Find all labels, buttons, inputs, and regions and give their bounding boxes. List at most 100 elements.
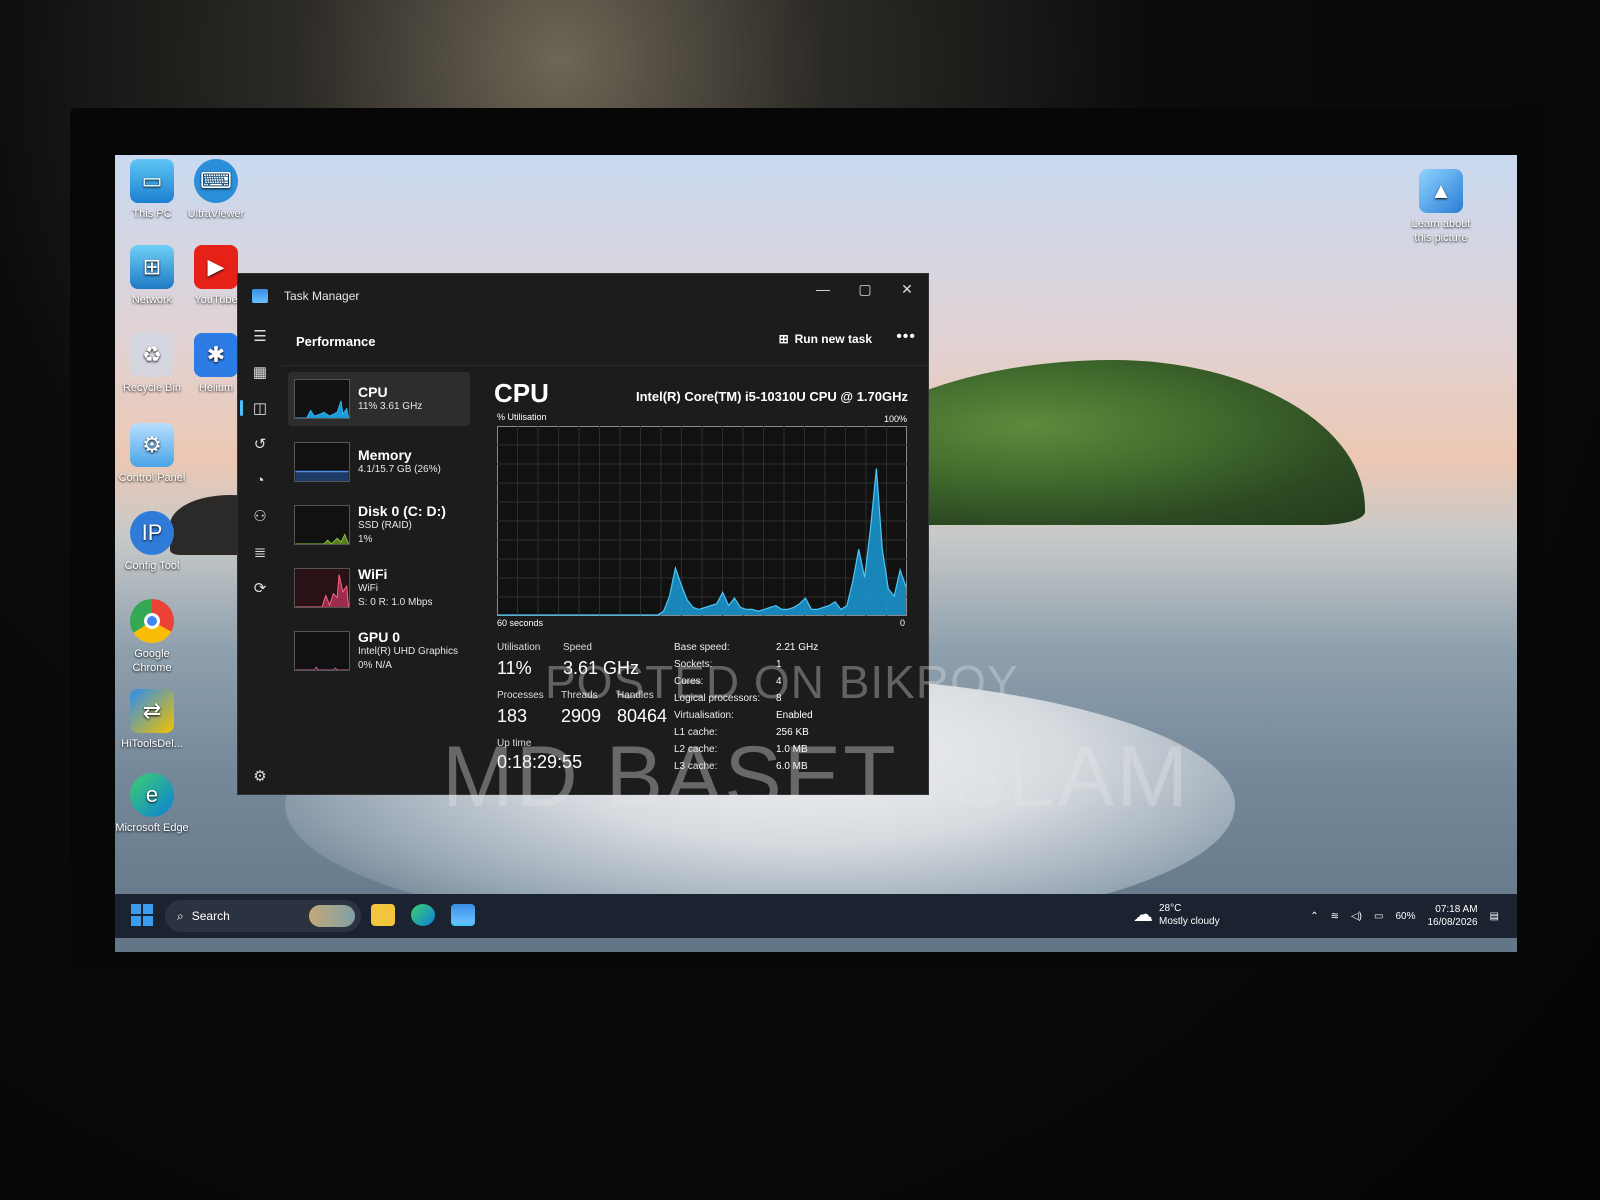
disk-thumbnail [294,505,350,545]
window-controls: — ▢ ✕ [802,274,928,304]
chevron-up-icon[interactable]: ⌃ [1310,911,1318,922]
desktop-icon-label: Google Chrome [132,648,172,674]
processes-icon[interactable]: ▦ [238,354,282,390]
desktop-icon-label: Config Tool [124,560,180,572]
cpu-model: Intel(R) Core(TM) i5-10310U CPU @ 1.70GH… [635,389,908,404]
system-tray: ⌃ ≋ ◁) ▭ 60% 07:18 AM 16/08/2026 ▤ [1310,900,1499,932]
clock-date: 16/08/2026 [1427,917,1478,928]
desktop-icon-network[interactable]: ⊞ Network [115,245,189,307]
task-manager-logo-icon [252,289,268,303]
hamburger-menu-icon[interactable]: ☰ [238,318,282,354]
performance-icon[interactable]: ◫ [238,390,282,426]
resource-cpu[interactable]: CPU 11% 3.61 GHz [288,372,470,426]
processes-value: 183 [497,706,528,726]
battery-icon[interactable]: ▭ [1374,911,1383,922]
desktop-icon-chrome[interactable]: Google Chrome [115,599,189,675]
desktop-screen: ▭ This PC ⌨ UltraViewer ⊞ Network ▶ YouT… [115,155,1517,952]
app-history-icon[interactable]: ↺ [238,426,282,462]
cpu-utilisation-graph [497,426,907,616]
spec-value: Enabled [776,710,813,721]
graph-zero-label: 0 [900,618,906,628]
desktop-icon-label: HiToolsDel... [121,738,183,750]
this-pc-icon: ▭ [130,159,174,203]
resource-name: Memory [358,447,412,463]
speed-label: Speed [563,642,592,653]
utilisation-label: Utilisation [497,642,541,653]
wifi-icon[interactable]: ≋ [1331,911,1339,922]
spotlight-icon: ▲ [1419,169,1463,213]
resource-name: WiFi [358,566,388,582]
desktop-icon-spotlight[interactable]: ▲ Learn about this picture [1405,169,1477,245]
search-placeholder: Search [191,909,230,923]
weather-desc: Mostly cloudy [1159,916,1220,927]
close-icon[interactable]: ✕ [886,274,928,304]
run-task-icon: ⊞ [778,332,789,346]
details-icon[interactable]: ≣ [238,534,282,570]
desktop-icon-label: YouTube [194,294,238,306]
desktop-icon-config-tool[interactable]: IP Config Tool [115,511,189,573]
clock[interactable]: 07:18 AM 16/08/2026 [1427,903,1477,929]
file-explorer-icon[interactable] [371,904,395,926]
desktop-icon-control-panel[interactable]: ⚙ Control Panel [115,423,189,485]
desktop-icon-recycle-bin[interactable]: ♻ Recycle Bin [115,333,189,395]
desktop-icon-label: This PC [132,208,172,220]
resource-stat: WiFi [358,583,378,594]
utilisation-axis-label: % Utilisation [497,412,547,422]
hitools-icon: ⇄ [130,689,174,733]
maximize-icon[interactable]: ▢ [844,274,886,304]
desktop-icon-edge[interactable]: e Microsoft Edge [115,773,189,835]
helium-icon: ✱ [194,333,238,377]
resource-stat: Intel(R) UHD Graphics [358,646,459,657]
settings-gear-icon[interactable]: ⚙ [238,758,282,794]
resource-name: CPU [358,384,388,400]
minimize-icon[interactable]: — [802,274,844,304]
desktop-icon-label: Learn about this picture [1411,218,1471,244]
utilisation-value: 11% [497,658,532,678]
spec-key: Virtualisation: [674,710,734,721]
resource-name: GPU 0 [358,629,401,645]
graph-max-label: 100% [884,414,908,424]
graph-grid [497,426,907,616]
resource-stat: 1% [358,534,373,545]
resource-stat: 11% 3.61 GHz [358,401,423,412]
taskbar-search[interactable]: ⌕ Search [165,900,361,932]
resource-gpu[interactable]: GPU 0 Intel(R) UHD Graphics 0% N/A [288,624,470,678]
taskbar: ⌕ Search ☁ 28°C Mostly cloudy ⌃ ≋ ◁) ▭ 6… [115,894,1517,938]
control-panel-icon: ⚙ [130,423,174,467]
desktop-icon-label: UltraViewer [187,208,245,220]
processes-label: Processes [497,690,544,701]
volume-icon[interactable]: ◁) [1351,911,1362,922]
desktop-icon-label: Control Panel [118,472,186,484]
desktop-icon-hitools[interactable]: ⇄ HiToolsDel... [115,689,189,751]
users-icon[interactable]: ⚇ [238,498,282,534]
weather-widget[interactable]: ☁ 28°C Mostly cloudy [1133,902,1220,928]
run-new-task-label: Run new task [794,332,872,346]
graph-time-label: 60 seconds [497,618,544,628]
nav-rail: ☰ ▦ ◫ ↺ ◔ ⚇ ≣ ⟳ ⚙ [238,318,282,794]
watermark-line2: MD BASET ISLAM [442,729,1191,825]
search-highlight-image [309,905,355,927]
gpu-thumbnail [294,631,350,671]
resource-wifi[interactable]: WiFi WiFi S: 0 R: 1.0 Mbps [288,561,470,615]
resource-disk[interactable]: Disk 0 (C: D:) SSD (RAID) 1% [288,498,470,552]
memory-thumbnail [294,442,350,482]
youtube-icon: ▶ [194,245,238,289]
spec-key: Base speed: [674,642,730,653]
resource-memory[interactable]: Memory 4.1/15.7 GB (26%) [288,435,470,489]
startup-apps-icon[interactable]: ◔ [238,462,282,498]
edge-taskbar-icon[interactable] [411,904,435,926]
more-options-button[interactable]: ••• [896,328,916,346]
ultraviewer-icon: ⌨ [194,159,238,203]
task-manager-taskbar-icon[interactable] [451,904,475,926]
notification-icon[interactable]: ▤ [1490,911,1499,922]
performance-header: Performance ⊞ Run new task ••• [282,318,928,366]
resource-stat: SSD (RAID) [358,520,412,531]
weather-temp: 28°C [1159,903,1182,914]
desktop-icon-this-pc[interactable]: ▭ This PC [115,159,189,221]
task-manager-window: Task Manager — ▢ ✕ ☰ ▦ ◫ ↺ ◔ ⚇ ≣ ⟳ ⚙ Per… [237,273,929,795]
threads-value: 2909 [561,706,602,726]
desktop-icon-ultraviewer[interactable]: ⌨ UltraViewer [179,159,253,221]
run-new-task-button[interactable]: ⊞ Run new task [779,332,872,346]
services-icon[interactable]: ⟳ [238,570,282,606]
start-button[interactable] [131,904,153,926]
